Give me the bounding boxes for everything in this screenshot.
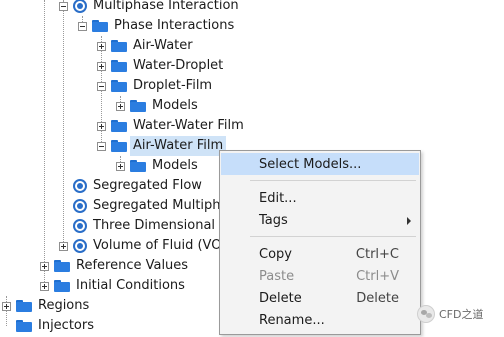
tree-item-air-water[interactable]: Air-Water: [97, 36, 193, 56]
expand-toggle[interactable]: [97, 41, 106, 51]
collapse-toggle[interactable]: [59, 1, 68, 11]
folder-icon: [16, 300, 32, 312]
menu-item-label: Rename...: [259, 312, 325, 328]
menu-item-label: Tags: [259, 212, 288, 228]
tree-label: Multiphase Interaction: [93, 0, 239, 13]
folder-icon: [111, 140, 127, 152]
menu-shortcut: Ctrl+V: [356, 268, 399, 284]
tree-item-initial-conditions[interactable]: Initial Conditions: [40, 276, 185, 296]
chat-bubble-icon: [417, 305, 435, 323]
menu-item-paste: Paste Ctrl+V: [221, 265, 419, 287]
folder-icon: [111, 80, 127, 92]
tree-item-regions[interactable]: Regions: [2, 296, 89, 316]
tree-item-segregated-multiphase[interactable]: Segregated Multiphase: [73, 196, 243, 216]
collapse-toggle[interactable]: [78, 21, 87, 31]
tree-label: Segregated Flow: [93, 178, 202, 193]
tree-item-segregated-flow[interactable]: Segregated Flow: [73, 176, 202, 196]
tree-label: Three Dimensional: [93, 218, 216, 233]
collapse-toggle[interactable]: [97, 81, 106, 91]
expand-toggle[interactable]: [116, 161, 125, 171]
folder-icon: [16, 320, 32, 332]
menu-separator: [250, 236, 416, 237]
tree-item-volume-of-fluid[interactable]: Volume of Fluid (VOF): [59, 236, 234, 256]
expand-toggle[interactable]: [97, 61, 106, 71]
menu-separator: [250, 180, 416, 181]
menu-item-label: Select Models...: [259, 156, 362, 172]
folder-icon: [130, 160, 146, 172]
context-menu: Select Models... Edit... Tags Copy Ctrl+…: [219, 150, 421, 335]
tree-label: Phase Interactions: [114, 18, 235, 33]
menu-item-label: Paste: [259, 268, 295, 284]
tree-label: Reference Values: [76, 258, 189, 273]
tree-label: Volume of Fluid (VOF): [93, 238, 234, 253]
menu-item-edit[interactable]: Edit...: [221, 187, 419, 209]
tree-item-multiphase-interaction[interactable]: Multiphase Interaction: [59, 0, 239, 16]
folder-icon: [111, 40, 127, 52]
tree-item-air-water-film-models[interactable]: Models: [116, 156, 198, 176]
folder-icon: [92, 20, 108, 32]
tree-label: Injectors: [38, 318, 94, 333]
tree-item-water-droplet[interactable]: Water-Droplet: [97, 56, 223, 76]
tree-label: Air-Water: [133, 38, 193, 53]
tree-label: Models: [152, 98, 198, 113]
expand-toggle[interactable]: [40, 281, 49, 291]
tree-item-droplet-film[interactable]: Droplet-Film: [97, 76, 212, 96]
collapse-toggle[interactable]: [97, 141, 106, 151]
folder-icon: [111, 120, 127, 132]
model-icon: [73, 239, 87, 253]
model-icon: [73, 219, 87, 233]
tree-item-air-water-film[interactable]: Air-Water Film: [97, 136, 227, 156]
expand-toggle[interactable]: [59, 241, 68, 251]
menu-item-delete[interactable]: Delete Delete: [221, 287, 419, 309]
tree-label: Regions: [38, 298, 90, 313]
submenu-arrow-icon: [407, 217, 411, 225]
folder-icon: [54, 260, 70, 272]
tree-item-reference-values[interactable]: Reference Values: [40, 256, 188, 276]
folder-icon: [111, 60, 127, 72]
menu-shortcut: Ctrl+C: [355, 246, 399, 262]
menu-item-rename[interactable]: Rename...: [221, 309, 419, 331]
tree-item-injectors[interactable]: Injectors: [16, 316, 94, 336]
tree-item-droplet-film-models[interactable]: Models: [116, 96, 198, 116]
tree-guide: [63, 0, 64, 250]
menu-shortcut: Delete: [356, 290, 399, 306]
model-icon: [73, 199, 87, 213]
menu-item-label: Edit...: [259, 190, 297, 206]
tree-guide: [44, 0, 45, 290]
tree-label: Droplet-Film: [133, 78, 213, 93]
menu-item-tags[interactable]: Tags: [221, 209, 419, 231]
tree-label: Models: [152, 158, 198, 173]
tree-item-phase-interactions[interactable]: Phase Interactions: [78, 16, 234, 36]
model-icon: [73, 0, 87, 13]
tree-label: Air-Water Film: [130, 136, 227, 156]
folder-icon: [54, 280, 70, 292]
menu-item-label: Copy: [259, 246, 292, 262]
tree-label: Water-Droplet: [133, 58, 224, 73]
expand-toggle[interactable]: [97, 121, 106, 131]
folder-icon: [130, 100, 146, 112]
watermark-text: CFD之道: [439, 308, 484, 321]
tree-item-water-water-film[interactable]: Water-Water Film: [97, 116, 244, 136]
expand-toggle[interactable]: [2, 301, 11, 311]
menu-item-copy[interactable]: Copy Ctrl+C: [221, 243, 419, 265]
tree-label: Water-Water Film: [133, 118, 244, 133]
menu-item-select-models[interactable]: Select Models...: [221, 153, 419, 175]
expand-toggle[interactable]: [40, 261, 49, 271]
menu-item-label: Delete: [259, 290, 302, 306]
model-icon: [73, 179, 87, 193]
watermark: CFD之道: [417, 305, 483, 323]
tree-item-three-dimensional[interactable]: Three Dimensional: [73, 216, 215, 236]
expand-toggle[interactable]: [116, 101, 125, 111]
tree-label: Initial Conditions: [76, 278, 185, 293]
